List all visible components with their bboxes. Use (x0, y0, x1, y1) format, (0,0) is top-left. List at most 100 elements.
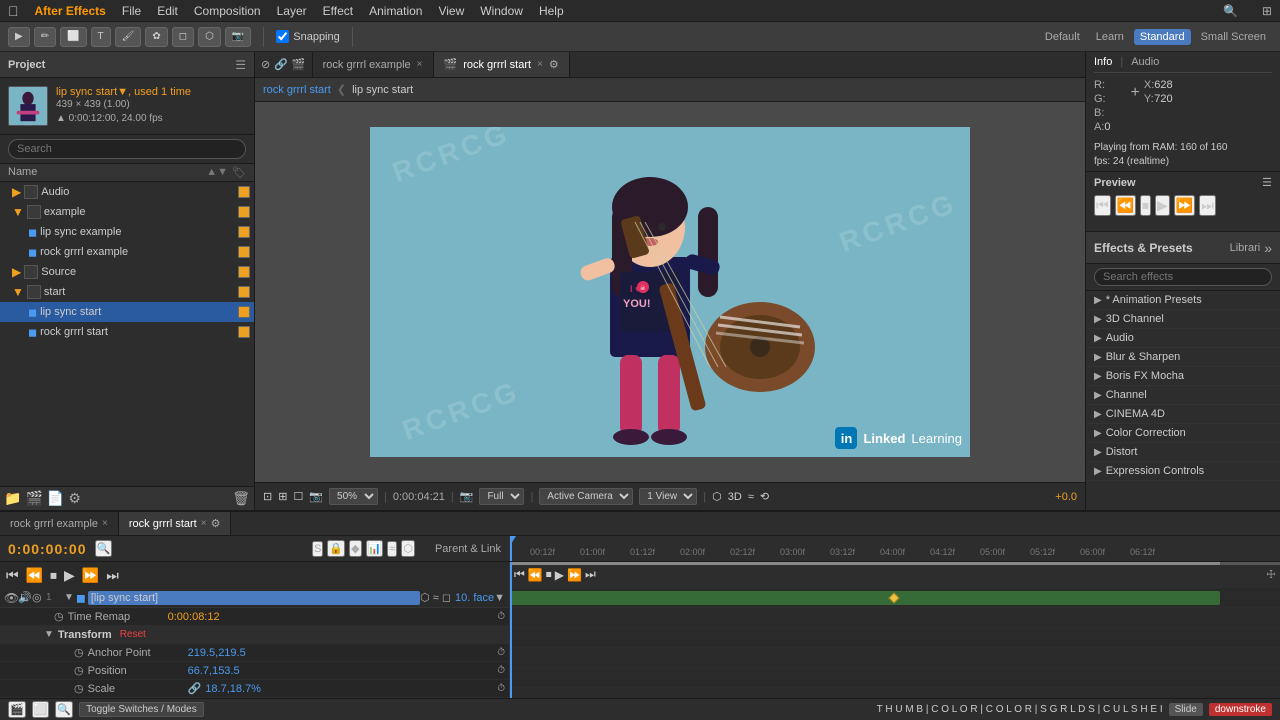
tree-item-example[interactable]: ▼ example (0, 202, 254, 222)
tl-adjust-btn[interactable]: ⬡ (401, 540, 415, 557)
ws-standard[interactable]: Standard (1134, 29, 1191, 45)
comp-tab-start-close[interactable]: × (537, 59, 543, 70)
track-stop-btn[interactable]: ⏹ (546, 567, 552, 582)
tab-audio[interactable]: Audio (1131, 56, 1159, 68)
project-search-input[interactable] (8, 139, 246, 159)
section-reset-transform[interactable]: Reset (120, 629, 146, 640)
tree-item-rock-start[interactable]: ◼ rock grrrl start (0, 322, 254, 342)
project-delete-btn[interactable]: 🗑 (232, 490, 250, 507)
pb-fwd-btn[interactable]: ⏩ (80, 567, 101, 584)
ws-default[interactable]: Default (1039, 29, 1086, 45)
prop-stopwatch-scale[interactable]: ⏱ (497, 683, 505, 694)
comp-tab-rock-close[interactable]: × (417, 59, 423, 70)
apple-logo-icon[interactable]:  (8, 3, 19, 19)
pb-first-btn[interactable]: ⏮ (4, 567, 21, 584)
prop-stopwatch-pos[interactable]: ⏱ (497, 665, 505, 676)
project-settings-btn[interactable]: ⚙ (68, 490, 81, 507)
layer-parent-dropdown-1[interactable]: ▼ (494, 592, 505, 604)
ws-learn[interactable]: Learn (1090, 29, 1130, 45)
tree-item-rock-example[interactable]: ◼ rock grrrl example (0, 242, 254, 262)
menu-animation[interactable]: Animation (369, 4, 422, 18)
prop-link-scale[interactable]: 🔗 (188, 682, 202, 695)
preview-menu-icon[interactable]: ☰ (1262, 176, 1272, 189)
tl-tab-start-close[interactable]: × (201, 518, 207, 529)
effects-cat-audio[interactable]: ▶ Audio (1086, 329, 1280, 348)
menu-effect[interactable]: Effect (323, 4, 353, 18)
prop-val-pos[interactable]: 66.7,153.5 (188, 665, 240, 677)
tl-search-btn[interactable]: 🔍 (95, 540, 113, 557)
tree-item-lipsync-start[interactable]: ◼ lip sync start (0, 302, 254, 322)
effects-cat-boris[interactable]: ▶ Boris FX Mocha (1086, 367, 1280, 386)
prev-first-btn[interactable]: ⏮ (1094, 195, 1111, 216)
vc-flow-btn[interactable]: ⟲ (760, 490, 769, 503)
prev-play-btn[interactable]: ▶ (1155, 195, 1170, 216)
effects-search-input[interactable] (1094, 268, 1272, 286)
menu-window[interactable]: Window (480, 4, 523, 18)
tl-solo-btn[interactable]: S (312, 541, 323, 557)
track-back-btn[interactable]: ⏪ (528, 568, 543, 582)
prev-stop-btn[interactable]: ⏹ (1140, 195, 1151, 216)
project-new-folder-btn[interactable]: 📁 (4, 490, 21, 507)
tl-lock-btn[interactable]: 🔒 (327, 540, 345, 557)
pb-back-btn[interactable]: ⏪ (24, 567, 45, 584)
tl-tab-settings-icon[interactable]: ⚙ (211, 517, 221, 530)
tl-keyframe-btn[interactable]: ◆ (349, 540, 361, 557)
menu-file[interactable]: File (122, 4, 141, 18)
tool-text[interactable]: T (91, 27, 111, 47)
vc-camera-select[interactable]: Active Camera (539, 488, 633, 505)
tl-new-solid-btn[interactable]: ⬜ (32, 701, 50, 718)
prop-val-anchor[interactable]: 219.5,219.5 (188, 647, 246, 659)
effects-cat-expression[interactable]: ▶ Expression Controls (1086, 462, 1280, 481)
vc-views-select[interactable]: 1 View (639, 488, 697, 505)
tool-roto[interactable]: ⬡ (198, 27, 221, 47)
tab-info[interactable]: Info (1094, 56, 1112, 68)
menu-help[interactable]: Help (539, 4, 564, 18)
effects-expand-icon[interactable]: » (1264, 240, 1272, 256)
tl-motion-blur-btn[interactable]: ≈ (387, 541, 397, 557)
tl-tab-rock-start[interactable]: rock grrrl start × ⚙ (119, 512, 232, 535)
app-name[interactable]: After Effects (35, 4, 106, 18)
tl-new-comp-btn[interactable]: 🎬 (8, 701, 26, 718)
tool-pen[interactable]: ✏ (34, 27, 56, 47)
layer-row-1[interactable]: 👁 🔊 ◎ 1 ▼ ◼ [lip sync start] ⬡ ≈ ◻ 10. f… (0, 588, 509, 608)
ws-small-screen[interactable]: Small Screen (1195, 29, 1272, 45)
menu-grid-icon[interactable]: ⊞ (1262, 4, 1272, 18)
tl-tab-rock-example[interactable]: rock grrrl example × (0, 512, 119, 535)
tree-item-start[interactable]: ▼ start (0, 282, 254, 302)
vc-grid-btn[interactable]: ⊞ (278, 490, 287, 503)
tool-eraser[interactable]: ◻ (172, 27, 194, 47)
vc-motion-blur-btn[interactable]: ≈ (748, 491, 754, 503)
section-expand-transform[interactable]: ▼ (44, 629, 54, 640)
vc-render-btn[interactable]: ⬡ (712, 490, 722, 503)
layer-parent-1[interactable]: 10. face (455, 592, 494, 604)
layer-vis-icon-1[interactable]: 👁 (4, 591, 18, 605)
menu-composition[interactable]: Composition (194, 4, 261, 18)
vc-quality-select[interactable]: Full (479, 488, 524, 505)
prev-back-btn[interactable]: ⏪ (1115, 195, 1136, 216)
track-prev-btn[interactable]: ⏮ (514, 567, 525, 582)
menu-layer[interactable]: Layer (277, 4, 307, 18)
vc-snapshot-btn[interactable]: 📷 (309, 490, 323, 503)
pb-play-btn[interactable]: ▶ (62, 567, 77, 584)
tree-item-lipsync-example[interactable]: ◼ lip sync example (0, 222, 254, 242)
project-menu-icon[interactable]: ☰ (235, 58, 246, 72)
tl-tab-rock-close[interactable]: × (102, 518, 108, 529)
pb-stop-btn[interactable]: ⏹ (48, 567, 59, 584)
prop-stopwatch-anchor[interactable]: ⏱ (497, 647, 505, 658)
library-tab[interactable]: Librari (1230, 242, 1261, 254)
track-fwd-btn[interactable]: ⏩ (567, 568, 582, 582)
track-last-btn[interactable]: ⏭ (585, 567, 596, 582)
tree-item-source[interactable]: ▶ Source (0, 262, 254, 282)
tree-item-audio[interactable]: ▶ Audio (0, 182, 254, 202)
vc-zoom-select[interactable]: 50% (329, 488, 378, 505)
comp-tab-rock-start[interactable]: 🎬 rock grrrl start × ⚙ (434, 52, 570, 77)
layer-expand-icon-1[interactable]: ▼ (64, 592, 74, 603)
effects-cat-blur[interactable]: ▶ Blur & Sharpen (1086, 348, 1280, 367)
effects-cat-cinema4d[interactable]: ▶ CINEMA 4D (1086, 405, 1280, 424)
menu-edit[interactable]: Edit (157, 4, 178, 18)
tl-toggle-modes-btn[interactable]: Toggle Switches / Modes (79, 702, 204, 717)
project-new-comp-btn[interactable]: 🎬 (25, 490, 42, 507)
breadcrumb-item-rock[interactable]: rock grrrl start (263, 84, 331, 96)
comp-tab-settings-icon[interactable]: ⚙ (549, 58, 559, 71)
vc-camera-icon[interactable]: 📷 (460, 490, 474, 503)
